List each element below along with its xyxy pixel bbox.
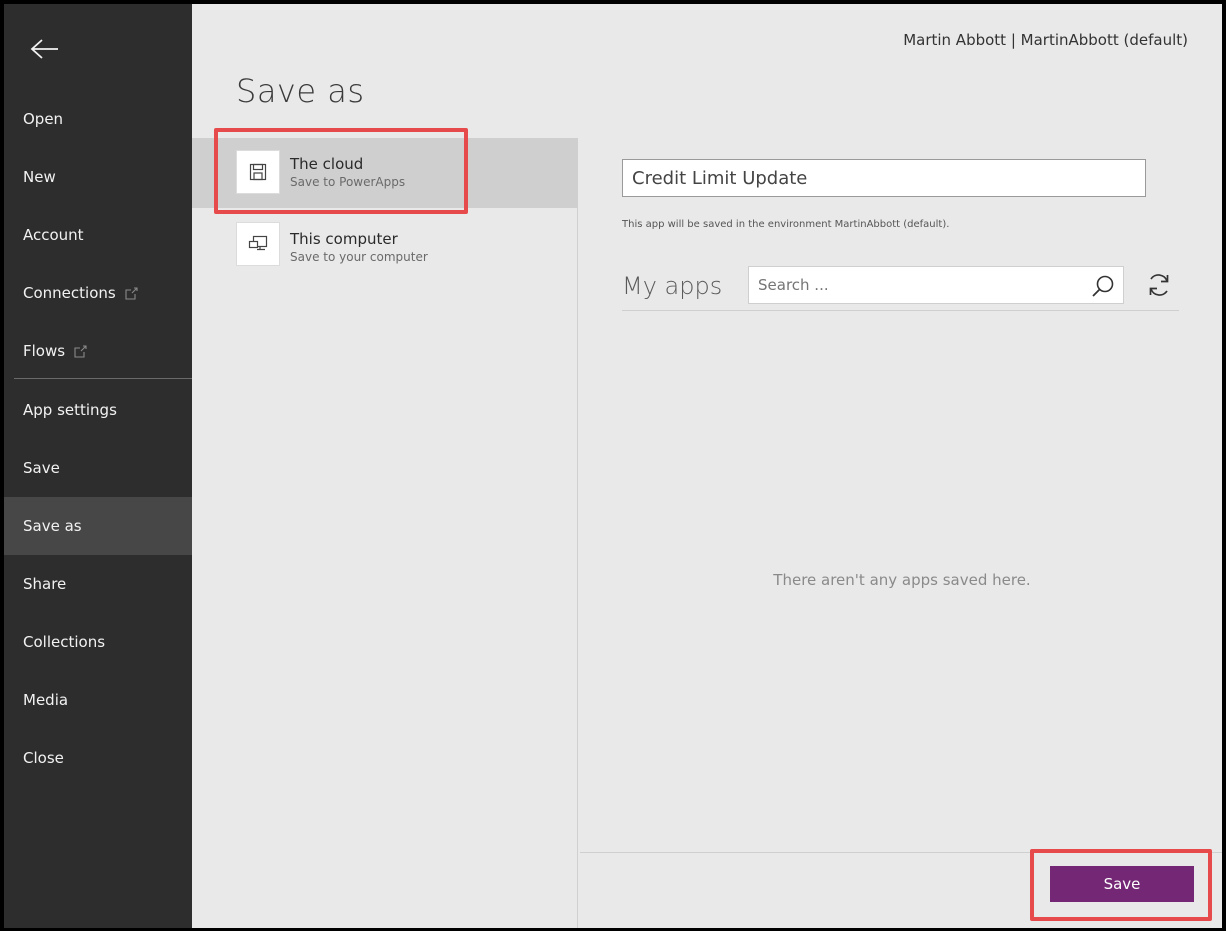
sidebar-item-label: Share bbox=[23, 575, 67, 593]
sidebar: Open New Account Connections Flows App s… bbox=[4, 4, 192, 928]
sidebar-item-share[interactable]: Share bbox=[4, 555, 192, 613]
sidebar-item-label: Collections bbox=[23, 633, 106, 651]
sidebar-item-connections[interactable]: Connections bbox=[4, 264, 192, 322]
save-location-list: The cloud Save to PowerApps This compute… bbox=[192, 138, 578, 928]
sidebar-item-label: Account bbox=[23, 226, 84, 244]
sidebar-item-media[interactable]: Media bbox=[4, 671, 192, 729]
refresh-icon[interactable] bbox=[1144, 270, 1174, 300]
sidebar-item-label: Open bbox=[23, 110, 64, 128]
sidebar-divider bbox=[14, 378, 192, 379]
environment-note: This app will be saved in the environmen… bbox=[622, 219, 950, 230]
sidebar-item-new[interactable]: New bbox=[4, 148, 192, 206]
search-box bbox=[748, 266, 1124, 304]
my-apps-label: My apps bbox=[622, 272, 723, 300]
sidebar-item-label: Media bbox=[23, 691, 69, 709]
empty-apps-message: There aren't any apps saved here. bbox=[773, 571, 1031, 589]
location-this-computer[interactable]: This computer Save to your computer bbox=[192, 214, 578, 284]
location-subtitle: Save to PowerApps bbox=[290, 175, 406, 189]
computer-icon bbox=[236, 222, 280, 266]
sidebar-item-label: App settings bbox=[23, 401, 117, 419]
sidebar-item-label: New bbox=[23, 168, 56, 186]
sidebar-item-open[interactable]: Open bbox=[4, 90, 192, 148]
sidebar-item-label: Flows bbox=[23, 342, 66, 360]
sidebar-item-label: Save as bbox=[23, 517, 82, 535]
sidebar-item-label: Connections bbox=[23, 284, 116, 302]
footer-divider bbox=[580, 852, 1222, 853]
sidebar-item-label: Close bbox=[23, 749, 64, 767]
location-the-cloud[interactable]: The cloud Save to PowerApps bbox=[192, 138, 578, 208]
external-link-icon bbox=[74, 344, 87, 358]
app-frame: Open New Account Connections Flows App s… bbox=[4, 4, 1222, 928]
sidebar-item-save[interactable]: Save bbox=[4, 439, 192, 497]
location-title: The cloud bbox=[290, 155, 364, 173]
sidebar-item-save-as[interactable]: Save as bbox=[4, 497, 192, 555]
search-icon[interactable] bbox=[1091, 274, 1115, 298]
app-name-input[interactable] bbox=[622, 159, 1146, 197]
sidebar-item-account[interactable]: Account bbox=[4, 206, 192, 264]
back-button[interactable] bbox=[22, 28, 68, 74]
sidebar-item-app-settings[interactable]: App settings bbox=[4, 381, 192, 439]
page-title: Save as bbox=[236, 72, 365, 110]
save-icon bbox=[236, 150, 280, 194]
back-arrow-icon bbox=[30, 38, 60, 64]
apps-divider bbox=[622, 310, 1179, 311]
location-title: This computer bbox=[290, 230, 398, 248]
save-button[interactable]: Save bbox=[1050, 866, 1194, 902]
search-input[interactable] bbox=[749, 267, 1079, 303]
sidebar-item-label: Save bbox=[23, 459, 60, 477]
user-account-info: Martin Abbott | MartinAbbott (default) bbox=[903, 31, 1188, 49]
location-subtitle: Save to your computer bbox=[290, 250, 428, 264]
external-link-icon bbox=[125, 286, 138, 300]
sidebar-item-close[interactable]: Close bbox=[4, 729, 192, 787]
sidebar-item-collections[interactable]: Collections bbox=[4, 613, 192, 671]
sidebar-item-flows[interactable]: Flows bbox=[4, 322, 192, 380]
